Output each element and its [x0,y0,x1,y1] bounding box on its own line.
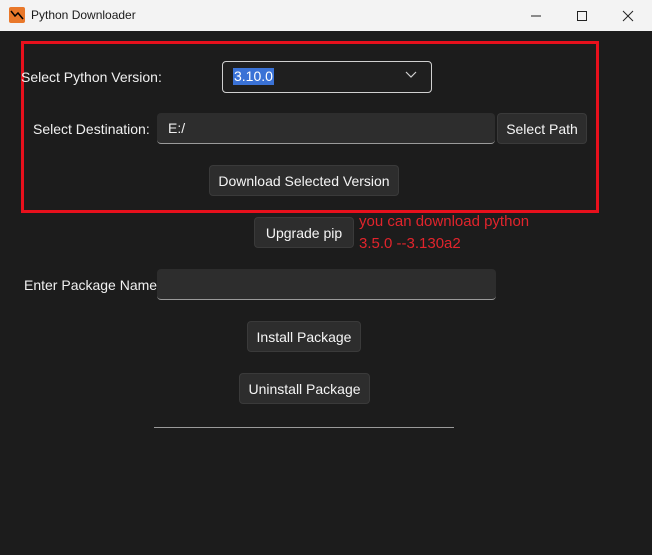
destination-label: Select Destination: [33,121,150,137]
progress-divider [154,427,454,428]
package-name-field[interactable] [157,269,496,300]
uninstall-package-button[interactable]: Uninstall Package [239,373,370,404]
select-path-button[interactable]: Select Path [497,113,587,144]
version-label: Select Python Version: [21,69,162,85]
destination-value: E:/ [168,120,186,136]
destination-field[interactable]: E:/ [157,113,495,144]
close-icon [622,10,634,21]
close-button[interactable] [605,0,651,31]
title-bar: Python Downloader [0,0,652,31]
version-dropdown[interactable]: 3.10.0 [222,61,432,93]
version-value: 3.10.0 [233,68,274,85]
maximize-button[interactable] [559,0,605,31]
upgrade-pip-button[interactable]: Upgrade pip [254,217,354,248]
install-package-button[interactable]: Install Package [247,321,361,352]
annotation-line-1: you can download python [359,213,530,230]
minimize-icon [531,15,541,16]
app-icon [9,7,25,23]
annotation-line-2: 3.5.0 --3.130a2 [359,235,461,252]
package-label: Enter Package Name: [24,277,161,293]
annotation-note: you can download python 3.5.0 --3.130a2 [359,211,559,255]
maximize-icon [577,10,587,21]
download-button[interactable]: Download Selected Version [209,165,399,196]
minimize-button[interactable] [513,0,559,31]
chevron-down-icon [405,71,417,78]
window-title: Python Downloader [31,8,136,22]
